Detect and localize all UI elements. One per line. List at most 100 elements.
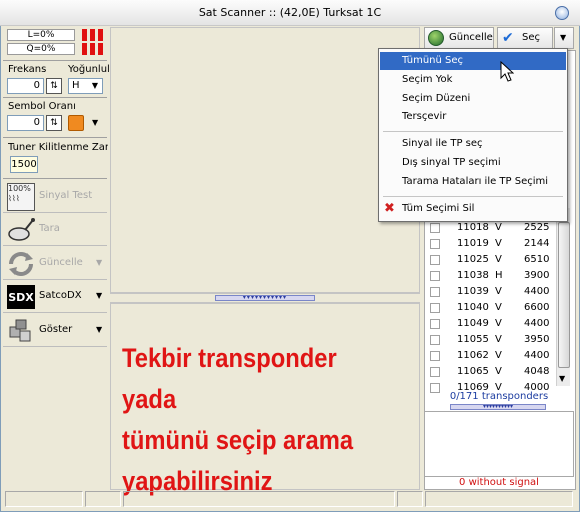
clear-selection-label: Tüm Seçimi Sil: [402, 203, 475, 214]
chevron-down-icon: ▼: [96, 325, 103, 334]
menu-item-invert[interactable]: Tersçevir: [380, 108, 566, 126]
table-row[interactable]: 11038 H 3900: [427, 268, 567, 284]
show-label: Göster: [39, 324, 73, 335]
frequency-label: Frekans: [8, 64, 47, 75]
scroll-down-icon[interactable]: ▼: [559, 374, 565, 383]
no-signal-list: [424, 411, 574, 477]
overlay-line: tümünü seçip arama: [122, 425, 354, 455]
update-side-button[interactable]: Güncelle ▼: [3, 248, 107, 280]
satcodx-label: SatcoDX: [39, 290, 82, 301]
symbol-rate-input[interactable]: 0: [7, 115, 44, 131]
tp-frequency: 11040: [457, 302, 489, 313]
overlay-annotation: Tekbir transponder yada tümünü seçip ara…: [122, 338, 377, 502]
tp-polarity: V: [495, 302, 502, 313]
update-button[interactable]: Güncelle ▼: [424, 27, 494, 62]
scrollbar-thumb[interactable]: [558, 222, 570, 368]
tp-symbol-rate: 4400: [524, 350, 550, 361]
status-cell: [425, 491, 573, 507]
show-boxes-icon: [7, 317, 35, 345]
tp-frequency: 11039: [457, 286, 489, 297]
tp-symbol-rate: 2525: [524, 222, 550, 233]
menu-separator: [383, 131, 563, 132]
tp-frequency: 11019: [457, 238, 489, 249]
tp-polarity: H: [495, 270, 503, 281]
table-row[interactable]: 11065 V 4048: [427, 364, 567, 380]
menu-item-select-scan-errors[interactable]: Tarama Hataları ile TP Seçimi: [380, 173, 566, 191]
row-checkbox[interactable]: [430, 335, 440, 345]
refresh-icon: [7, 250, 35, 278]
row-checkbox[interactable]: [430, 255, 440, 265]
row-checkbox[interactable]: [430, 319, 440, 329]
tp-polarity: V: [495, 350, 502, 361]
menu-separator: [383, 196, 563, 197]
status-cell: [123, 491, 395, 507]
signal-test-button[interactable]: 100% ⌇⌇⌇ Sinyal Test: [3, 181, 107, 213]
status-cell: [397, 491, 423, 507]
row-checkbox[interactable]: [430, 223, 440, 233]
table-row[interactable]: 11040 V 6600: [427, 300, 567, 316]
tp-symbol-rate: 4048: [524, 366, 550, 377]
menu-item-selection-order[interactable]: Seçim Düzeni: [380, 90, 566, 108]
minimize-icon[interactable]: [555, 6, 569, 20]
list-scrollbar[interactable]: ▼: [556, 208, 570, 386]
table-row[interactable]: 11055 V 3950: [427, 332, 567, 348]
table-row[interactable]: 11025 V 6510: [427, 252, 567, 268]
overlay-line: Tekbir transponder yada: [122, 343, 337, 414]
signal-quality: Q=0%: [7, 43, 75, 55]
title-bar: Sat Scanner :: (42,0E) Turksat 1C: [0, 0, 580, 26]
table-row[interactable]: 11039 V 4400: [427, 284, 567, 300]
update-label: Güncelle: [449, 32, 493, 43]
signal-readout: L=0% Q=0%: [7, 29, 75, 57]
polarity-select[interactable]: H ▼: [68, 78, 103, 94]
tp-symbol-rate: 3950: [524, 334, 550, 345]
menu-item-select-with-signal[interactable]: Sinyal ile TP seç: [380, 135, 566, 153]
table-row[interactable]: 11062 V 4400: [427, 348, 567, 364]
signal-bars-icon: [80, 29, 106, 55]
select-label: Seç: [522, 32, 540, 43]
scan-view-top: [110, 27, 420, 293]
row-checkbox[interactable]: [430, 271, 440, 281]
table-row[interactable]: 11018 V 2525: [427, 220, 567, 236]
splitter-grip[interactable]: ▾▾▾▾▾▾▾▾▾▾: [450, 404, 546, 410]
row-checkbox[interactable]: [430, 239, 440, 249]
table-row[interactable]: 11049 V 4400: [427, 316, 567, 332]
tp-polarity: V: [495, 334, 502, 345]
polarity-value: H: [72, 80, 80, 91]
tp-polarity: V: [495, 238, 502, 249]
menu-item-select-none[interactable]: Seçim Yok: [380, 71, 566, 89]
auto-symbol-rate-icon[interactable]: [68, 115, 84, 131]
frequency-spinner[interactable]: ⇅: [46, 78, 62, 94]
select-menu: Tümünü Seç Seçim Yok Seçim Düzeni Tersçe…: [378, 48, 568, 222]
frequency-input[interactable]: 0: [7, 78, 44, 94]
scan-dish-icon: [7, 216, 35, 244]
splitter-grip[interactable]: ▾▾▾▾▾▾▾▾▾▾▾: [215, 295, 315, 301]
window-title: Sat Scanner :: (42,0E) Turksat 1C: [198, 6, 382, 19]
table-row[interactable]: 11019 V 2144: [427, 236, 567, 252]
tuner-lock-label: Tuner Kilitlenme Zamanı: [8, 142, 108, 153]
row-checkbox[interactable]: [430, 287, 440, 297]
tp-frequency: 11065: [457, 366, 489, 377]
tuner-lock-input[interactable]: 1500: [10, 156, 38, 173]
symbol-rate-spinner[interactable]: ⇅: [46, 115, 62, 131]
menu-item-select-outside-signal[interactable]: Dış sinyal TP seçimi: [380, 154, 566, 172]
menu-item-clear-selection[interactable]: ✖ Tüm Seçimi Sil: [380, 200, 566, 218]
tp-symbol-rate: 6600: [524, 302, 550, 313]
row-checkbox[interactable]: [430, 351, 440, 361]
tp-polarity: V: [495, 366, 502, 377]
select-button[interactable]: ✔ Seç: [497, 27, 553, 49]
scan-label: Tara: [39, 223, 60, 234]
satcodx-button[interactable]: SDX SatcoDX ▼: [3, 281, 107, 313]
row-checkbox[interactable]: [430, 303, 440, 313]
row-checkbox[interactable]: [430, 367, 440, 377]
show-button[interactable]: Göster ▼: [3, 315, 107, 347]
transponder-count: 0/171 transponders: [449, 391, 549, 402]
scan-button[interactable]: Tara: [3, 214, 107, 246]
chevron-down-icon[interactable]: ▼: [92, 118, 98, 127]
mouse-cursor-icon: [500, 60, 515, 83]
select-dropdown-button[interactable]: ▼: [554, 27, 574, 49]
tp-polarity: V: [495, 222, 502, 233]
tp-polarity: V: [495, 318, 502, 329]
signal-test-label: Sinyal Test: [39, 190, 93, 201]
menu-item-select-all[interactable]: Tümünü Seç: [380, 52, 566, 70]
signal-level: L=0%: [7, 29, 75, 41]
